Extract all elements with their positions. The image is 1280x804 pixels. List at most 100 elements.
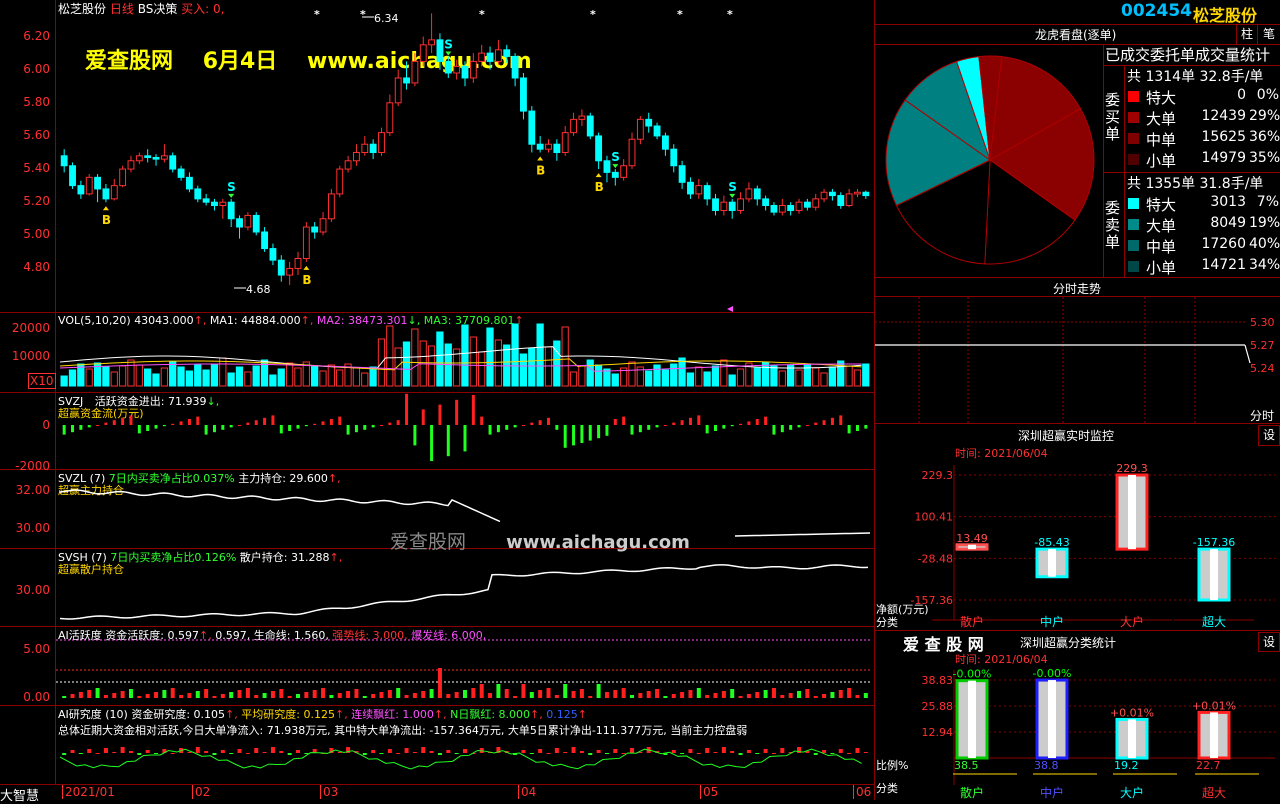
volume-bar [837,360,845,387]
volume-bar [603,368,611,387]
buy-row-pct-2: 36% [1249,129,1280,145]
candle-body [119,168,127,187]
candle-body [428,39,436,46]
flow-bar [154,425,158,429]
flow-bar [62,425,66,435]
candle-body [202,198,210,203]
sell-row-value-1: 8049 [1210,215,1246,231]
monitor-settings-button[interactable]: 设 [1258,425,1280,446]
class-tick: 25.88 [922,700,954,713]
flow-bar [680,420,684,425]
research-bar [746,750,751,753]
flow-bar [438,404,442,425]
volume-bar [578,365,586,387]
research-bar [713,752,718,753]
timeline-tick-1: 5.27 [1250,339,1275,352]
candle-body [60,155,68,167]
candle-body [361,143,369,153]
sell-row-name-1: 大单 [1146,217,1177,235]
flow-bar [572,425,576,446]
activity-bar [563,684,568,698]
volume-bar [277,368,285,387]
volume-bar [661,369,670,387]
flow-bar [672,422,676,425]
activity-bar [120,691,125,698]
star-marker: * [727,8,733,21]
activity-bar [387,690,392,698]
pen-toggle-button[interactable]: 笔 [1257,24,1280,44]
flow-bar [288,425,292,431]
candle-body [553,143,561,153]
monitor-value-3: -157.36 [1193,536,1235,549]
flow-bar [496,425,500,433]
flow-bar [580,425,584,443]
research-bar [204,751,209,753]
flow-bar [254,420,258,425]
research-bar [154,753,159,754]
candle-body [494,49,502,62]
flow-bar [321,421,325,425]
flow-bar [196,416,200,425]
candle-body [219,201,227,206]
volume-bar [394,347,402,387]
buy-swatch-2 [1128,133,1139,144]
sell-swatch-1 [1128,219,1139,230]
monitor-tick: 100.41 [915,511,954,524]
volume-bar [569,371,578,387]
research-bar [78,753,83,754]
candle-body [236,218,243,228]
activity-bar [671,694,676,698]
research-bar [95,753,100,754]
flow-bar [647,425,651,430]
research-bar [822,750,827,753]
intraday-chart[interactable] [875,297,1280,423]
sell-row-name-0: 特大 [1146,196,1177,214]
class-settings-button[interactable]: 设 [1258,632,1280,652]
flow-bar [263,417,267,425]
candle-body [353,152,360,162]
buy-arrow [102,206,109,211]
flow-bar [755,419,759,425]
chart-area[interactable]: 松芝股份 日线 BS决策 买入: 0, 爱查股网 6月4日 www.aichag… [0,0,875,804]
order-pie-chart [885,55,1095,265]
candle-body [453,65,461,74]
candle-body [753,188,761,200]
volume-bar [820,372,828,387]
flow-bar [146,425,150,431]
flow-bar [555,425,559,430]
candlestick-chart[interactable]: B S B S B B S S * * * * * * [0,0,875,312]
volume-bar [728,374,736,387]
research-bar [404,748,409,753]
flow-bar [87,425,91,428]
sell-row-pct-2: 40% [1249,236,1280,252]
research-bar [863,752,868,753]
volume-bar [185,370,194,387]
volume-bar [594,364,603,387]
flow-bar [822,420,826,425]
buy-arrow [537,156,544,161]
research-bar [371,750,376,753]
volume-bar [319,370,327,387]
candle-body [478,52,486,62]
column-toggle-button[interactable]: 柱 [1236,24,1257,44]
volume-bar [753,367,761,387]
monitor-value-1: -85.43 [1034,536,1069,549]
activity-bar [471,688,476,698]
date-label-3: 04 [518,785,536,799]
research-bar [212,753,217,755]
activity-bar [270,691,275,698]
class-ratio-label: 比例% [876,759,909,772]
activity-bar [504,689,509,698]
star-marker: * [314,8,320,21]
research-bar [546,753,551,754]
brand-label: 大智慧 [0,789,40,804]
activity-bar [822,694,827,698]
research-bar [588,753,593,755]
sell-marker: S [728,180,737,194]
class-bottom-0: 38.5 [954,759,979,772]
volume-bar [135,364,143,387]
retail-holding-line [59,564,869,620]
volume-bar [703,371,711,387]
buy-row-value-0: 0 [1237,87,1246,103]
activity-bar [245,688,250,698]
